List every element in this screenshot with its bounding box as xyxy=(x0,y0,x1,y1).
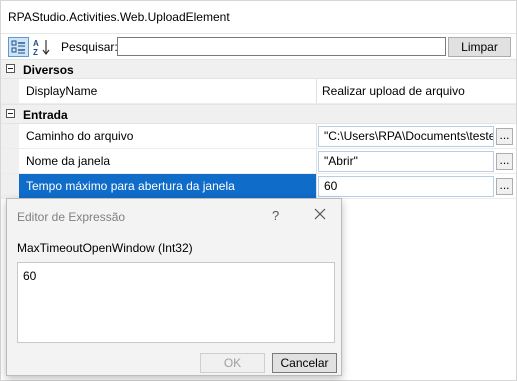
property-name: DisplayName xyxy=(26,84,98,98)
property-grid-window: RPAStudio.Activities.Web.UploadElement A… xyxy=(0,0,517,381)
property-row-displayname[interactable]: DisplayName Realizar upload de arquivo xyxy=(1,79,516,104)
category-label: Entrada xyxy=(23,108,68,122)
alphabetical-sort-button[interactable]: A Z xyxy=(31,37,52,57)
property-value[interactable]: Realizar upload de arquivo xyxy=(317,79,516,103)
title-bar: RPAStudio.Activities.Web.UploadElement xyxy=(1,1,516,34)
expression-editor-dialog: Editor de Expressão ? MaxTimeoutOpenWind… xyxy=(6,198,342,376)
help-button[interactable]: ? xyxy=(272,208,279,223)
dialog-title: Editor de Expressão xyxy=(17,210,126,224)
property-type-label: MaxTimeoutOpenWindow (Int32) xyxy=(17,241,193,255)
collapse-icon[interactable] xyxy=(6,109,15,118)
property-name: Nome da janela xyxy=(26,154,111,168)
sort-az-icon: A Z xyxy=(33,39,50,57)
search-label: Pesquisar: xyxy=(61,40,118,54)
search-input[interactable] xyxy=(117,37,446,56)
collapse-icon[interactable] xyxy=(6,64,15,73)
ellipsis-button[interactable]: ... xyxy=(496,178,513,195)
property-value-input[interactable]: "Abrir" xyxy=(318,151,494,172)
expression-editor-input[interactable]: 60 xyxy=(17,262,335,343)
svg-text:Z: Z xyxy=(33,48,38,57)
ok-button[interactable]: OK xyxy=(200,353,265,373)
property-name: Caminho do arquivo xyxy=(26,129,134,143)
category-label: Diversos xyxy=(23,63,74,77)
clear-button[interactable]: Limpar xyxy=(448,37,511,57)
property-value-input[interactable]: 60 xyxy=(318,176,494,197)
svg-text:A: A xyxy=(33,39,39,48)
property-row-tempo-maximo[interactable]: Tempo máximo para abertura da janela 60 … xyxy=(1,174,516,199)
categorized-view-icon xyxy=(11,40,25,54)
property-row-caminho-do-arquivo[interactable]: Caminho do arquivo "C:\Users\RPA\Documen… xyxy=(1,124,516,149)
ellipsis-button[interactable]: ... xyxy=(496,128,513,145)
ellipsis-button[interactable]: ... xyxy=(496,153,513,170)
close-button[interactable] xyxy=(313,207,327,221)
cancel-button[interactable]: Cancelar xyxy=(272,353,337,373)
close-icon xyxy=(314,208,326,220)
toolbar: A Z Pesquisar: Limpar xyxy=(1,34,516,58)
property-name-selected: Tempo máximo para abertura da janela xyxy=(19,174,316,198)
categorized-view-button[interactable] xyxy=(8,37,29,57)
category-diversos[interactable]: Diversos xyxy=(1,59,516,79)
property-value-input[interactable]: "C:\Users\RPA\Documents\teste xyxy=(318,126,494,147)
window-title: RPAStudio.Activities.Web.UploadElement xyxy=(8,10,230,24)
category-entrada[interactable]: Entrada xyxy=(1,104,516,124)
property-row-nome-da-janela[interactable]: Nome da janela "Abrir" ... xyxy=(1,149,516,174)
